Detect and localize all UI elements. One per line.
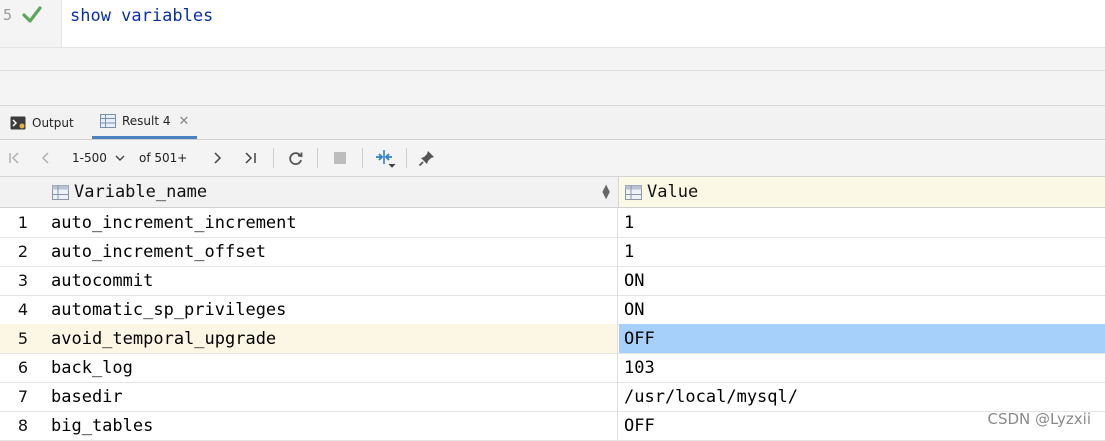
value-cell[interactable]: ON — [619, 295, 1105, 324]
row-number: 5 — [0, 324, 46, 353]
toolbar-divider — [362, 148, 363, 168]
toolbar-divider — [406, 148, 407, 168]
grid-toolbar: 1-500 of 501+ — [0, 140, 1105, 177]
refresh-icon[interactable] — [287, 140, 304, 176]
value-cell[interactable]: /usr/local/mysql/ — [619, 382, 1105, 411]
table-row[interactable]: 6 back_log 103 — [0, 353, 1105, 383]
column-name: Variable_name — [74, 182, 208, 202]
sort-icon[interactable]: ▲ ▼ — [602, 184, 610, 201]
column-name: Value — [647, 182, 699, 202]
tab-result-4[interactable]: Result 4 ✕ — [92, 106, 198, 139]
row-number: 1 — [17, 213, 29, 232]
editor-spacer — [0, 48, 1105, 71]
sql-statement[interactable]: show variables — [70, 6, 213, 26]
result-tabs: Output Result 4 ✕ — [0, 106, 1105, 140]
page-range-select[interactable]: 1-500 — [72, 140, 125, 176]
table-row-selected[interactable]: 5 avoid_temporal_upgrade OFF — [0, 324, 1105, 354]
row-number: 7 — [17, 387, 29, 406]
row-number: 4 — [17, 300, 29, 319]
column-header-variable-name[interactable]: Variable_name ▲ ▼ — [46, 177, 619, 207]
variable-name-cell[interactable]: autocommit — [46, 266, 618, 295]
previous-page-icon[interactable] — [40, 140, 52, 176]
page-range-label: 1-500 — [72, 151, 107, 165]
row-number-header — [0, 177, 46, 207]
toolbar-divider — [317, 148, 318, 168]
table-icon — [100, 114, 116, 128]
chevron-down-icon — [115, 155, 125, 161]
column-icon — [625, 184, 642, 200]
column-icon — [52, 184, 69, 200]
editor-gutter: 5 — [0, 0, 62, 47]
column-header-value[interactable]: Value — [619, 177, 1105, 207]
tab-result-label: Result 4 — [122, 114, 171, 128]
last-page-icon[interactable] — [243, 140, 259, 176]
variable-name-cell[interactable]: basedir — [46, 382, 618, 411]
value-cell[interactable]: 1 — [619, 237, 1105, 266]
next-page-icon[interactable] — [211, 140, 223, 176]
console-icon — [10, 116, 26, 129]
pin-icon[interactable] — [418, 140, 436, 176]
table-row[interactable]: 3 autocommit ON — [0, 266, 1105, 296]
watermark: CSDN @Lyzxii — [987, 410, 1091, 428]
table-row[interactable]: 1 auto_increment_increment 1 — [0, 208, 1105, 238]
row-number: 6 — [17, 358, 29, 377]
first-page-icon[interactable] — [8, 140, 22, 176]
sql-editor[interactable]: 5 show variables — [0, 0, 1105, 48]
value-cell[interactable]: 103 — [619, 353, 1105, 382]
variable-name-cell[interactable]: avoid_temporal_upgrade — [46, 324, 618, 353]
variable-name-cell[interactable]: auto_increment_offset — [46, 237, 618, 266]
value-cell-selected[interactable]: OFF — [619, 324, 1105, 353]
variable-name-cell[interactable]: auto_increment_increment — [46, 208, 618, 237]
grid-header: Variable_name ▲ ▼ Value — [0, 177, 1105, 208]
panel-splitter[interactable] — [0, 71, 1105, 106]
check-icon[interactable] — [22, 6, 42, 24]
table-row[interactable]: 2 auto_increment_offset 1 — [0, 237, 1105, 267]
value-cell[interactable]: 1 — [619, 208, 1105, 237]
variable-name-cell[interactable]: big_tables — [46, 411, 618, 440]
line-number: 5 — [3, 6, 13, 24]
close-icon[interactable]: ✕ — [179, 114, 190, 129]
table-row[interactable]: 7 basedir /usr/local/mysql/ — [0, 382, 1105, 412]
variable-name-cell[interactable]: automatic_sp_privileges — [46, 295, 618, 324]
row-number: 2 — [17, 242, 29, 261]
compare-icon[interactable] — [374, 140, 396, 176]
row-number: 3 — [17, 271, 29, 290]
tab-output-label: Output — [32, 115, 74, 130]
table-row[interactable]: 8 big_tables OFF — [0, 411, 1105, 441]
variable-name-cell[interactable]: back_log — [46, 353, 618, 382]
table-row[interactable]: 4 automatic_sp_privileges ON — [0, 295, 1105, 325]
toolbar-divider — [273, 148, 274, 168]
total-rows-label: of 501+ — [139, 151, 188, 165]
tab-output[interactable]: Output — [10, 106, 74, 139]
value-cell[interactable]: ON — [619, 266, 1105, 295]
stop-icon[interactable] — [333, 140, 347, 176]
row-number: 8 — [17, 416, 29, 435]
